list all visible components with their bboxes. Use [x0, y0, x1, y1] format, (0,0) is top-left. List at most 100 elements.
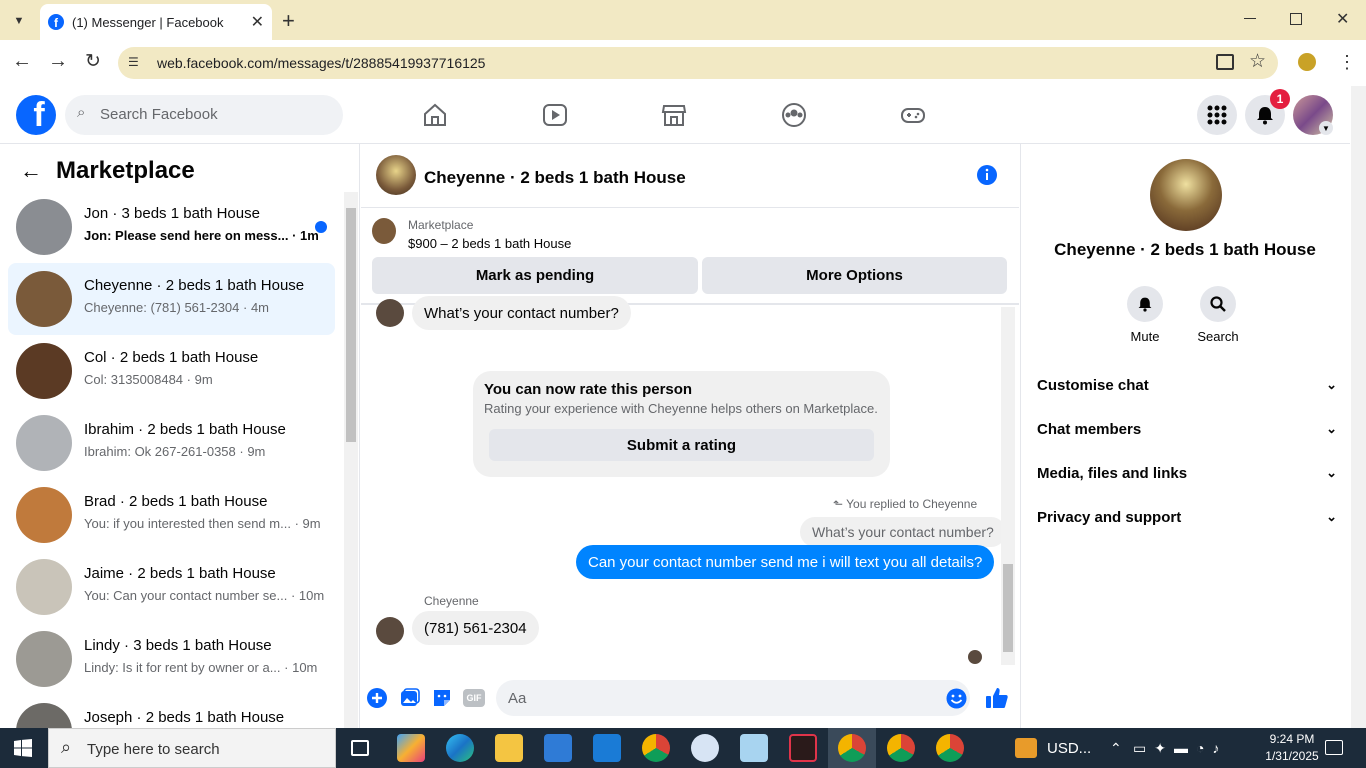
conversation-item[interactable]: Jaime · 2 beds 1 bath House You: Can your…: [8, 551, 335, 623]
mute-button[interactable]: [1127, 286, 1163, 322]
bell-icon: [1257, 107, 1273, 125]
more-options-button[interactable]: More Options: [702, 257, 1007, 294]
restore-icon[interactable]: [1290, 13, 1302, 25]
task-view-icon[interactable]: [351, 740, 369, 756]
chrome-icon-2[interactable]: [838, 734, 866, 762]
incoming-message[interactable]: What’s your contact number?: [412, 296, 631, 330]
message-input[interactable]: Aa: [496, 680, 970, 716]
browser-tab[interactable]: f (1) Messenger | Facebook ✕: [40, 4, 272, 40]
search-icon: ⌕: [61, 737, 72, 757]
paint-icon[interactable]: [691, 734, 719, 762]
sticker-icon[interactable]: [432, 688, 452, 708]
video-icon[interactable]: [542, 102, 568, 128]
windows-start-icon[interactable]: [14, 739, 32, 757]
chat-avatar[interactable]: [376, 155, 416, 195]
install-app-icon[interactable]: [1216, 54, 1234, 70]
outgoing-message[interactable]: Can your contact number send me i will t…: [576, 545, 995, 579]
chat-list-scroll-thumb[interactable]: [346, 208, 356, 442]
clock-date[interactable]: 1/31/2025: [1257, 749, 1327, 763]
emoji-icon[interactable]: [946, 688, 967, 709]
tray-chevron-icon[interactable]: ⌃: [1110, 740, 1122, 757]
conversation-name: Jon · 3 beds 1 bath House: [84, 205, 260, 222]
conversation-item[interactable]: Joseph · 2 beds 1 bath House: [8, 695, 335, 728]
url-text[interactable]: web.facebook.com/messages/t/288854199377…: [157, 55, 485, 71]
close-window-icon[interactable]: ✕: [1336, 9, 1349, 29]
forward-icon[interactable]: →: [48, 50, 68, 73]
chat-title[interactable]: Cheyenne · 2 beds 1 bath House: [424, 168, 686, 188]
conversation-item[interactable]: Cheyenne · 2 beds 1 bath House Cheyenne: …: [8, 263, 335, 335]
conversation-name: Lindy · 3 beds 1 bath House: [84, 637, 272, 654]
chat-scroll-thumb[interactable]: [1003, 564, 1013, 652]
marketplace-icon[interactable]: [661, 102, 687, 128]
tray-icons[interactable]: ▭✦▬◔♪: [1133, 740, 1227, 757]
details-section-item[interactable]: Chat members ⌄: [1037, 407, 1337, 451]
facebook-logo-icon[interactable]: f: [16, 95, 56, 135]
incoming-phone-message[interactable]: (781) 561-2304: [412, 611, 539, 645]
seen-avatar: [968, 650, 982, 664]
conversation-preview: You: if you interested then send m... · …: [84, 516, 321, 531]
facebook-search-input[interactable]: ⌕ Search Facebook: [65, 95, 343, 135]
details-section-item[interactable]: Privacy and support ⌄: [1037, 495, 1337, 539]
copilot-icon[interactable]: [397, 734, 425, 762]
chevron-down-icon: ⌄: [1326, 509, 1337, 524]
listing-price[interactable]: $900 – 2 beds 1 bath House: [408, 236, 571, 251]
submit-rating-button[interactable]: Submit a rating: [489, 429, 874, 461]
edge-icon[interactable]: [446, 734, 474, 762]
notepad-icon[interactable]: [740, 734, 768, 762]
chrome-icon-1[interactable]: [642, 734, 670, 762]
plus-icon[interactable]: [367, 688, 387, 708]
quoted-message[interactable]: What’s your contact number?: [800, 517, 1006, 547]
conversation-name: Ibrahim · 2 beds 1 bath House: [84, 421, 286, 438]
chevron-down-icon: ⌄: [1326, 421, 1337, 436]
details-section-item[interactable]: Media, files and links ⌄: [1037, 451, 1337, 495]
gaming-icon[interactable]: [900, 102, 926, 128]
search-label: Search: [1197, 329, 1239, 344]
home-icon[interactable]: [422, 102, 448, 128]
account-chevron-icon[interactable]: ▼: [1319, 121, 1333, 135]
conversation-item[interactable]: Ibrahim · 2 beds 1 bath House Ibrahim: Ok…: [8, 407, 335, 479]
chrome-icon-3[interactable]: [887, 734, 915, 762]
notification-center-icon[interactable]: [1325, 740, 1343, 755]
back-arrow-icon[interactable]: ←: [20, 158, 42, 184]
site-info-icon[interactable]: ☰: [128, 55, 144, 71]
conversation-item[interactable]: Lindy · 3 beds 1 bath House Lindy: Is it …: [8, 623, 335, 695]
conversation-item[interactable]: Col · 2 beds 1 bath House Col: 3135008484…: [8, 335, 335, 407]
conversation-item[interactable]: Brad · 2 beds 1 bath House You: if you in…: [8, 479, 335, 551]
minimize-icon[interactable]: [1244, 18, 1256, 19]
browser-menu-icon[interactable]: ⋮: [1338, 52, 1356, 73]
currency-widget-text[interactable]: USD...: [1047, 740, 1091, 757]
menu-grid-button[interactable]: [1197, 95, 1237, 135]
new-tab-icon[interactable]: +: [282, 8, 295, 34]
tab-list-dropdown-icon[interactable]: ▼: [8, 10, 30, 32]
file-explorer-icon[interactable]: [495, 734, 523, 762]
photo-icon[interactable]: [400, 688, 420, 708]
reply-arrow-icon: ⬑: [833, 497, 847, 511]
listing-thumbnail[interactable]: [372, 218, 396, 244]
clock-time[interactable]: 9:24 PM: [1257, 732, 1327, 746]
store-icon[interactable]: [544, 734, 572, 762]
profile-icon[interactable]: [1298, 53, 1316, 71]
profile-name: Cheyenne · 2 beds 1 bath House: [1054, 240, 1316, 259]
page-scrollbar[interactable]: [1351, 86, 1366, 728]
search-in-chat-button[interactable]: [1200, 286, 1236, 322]
conversation-name: Cheyenne · 2 beds 1 bath House: [84, 277, 305, 294]
details-section-item[interactable]: Customise chat ⌄: [1037, 363, 1337, 407]
gif-icon[interactable]: GIF: [463, 689, 485, 707]
groups-icon[interactable]: [781, 102, 807, 128]
listing-thumbnail: [16, 703, 72, 728]
like-icon[interactable]: [985, 686, 1009, 710]
recorder-icon[interactable]: [789, 734, 817, 762]
info-icon[interactable]: [976, 164, 998, 186]
currency-widget-icon[interactable]: [1015, 738, 1037, 758]
bookmark-star-icon[interactable]: ☆: [1249, 50, 1266, 73]
taskbar-search-input[interactable]: ⌕ Type here to search: [48, 728, 336, 768]
conversation-item[interactable]: Jon · 3 beds 1 bath House Jon: Please sen…: [8, 191, 335, 263]
reload-icon[interactable]: ↻: [85, 50, 101, 73]
chrome-icon-4[interactable]: [936, 734, 964, 762]
close-tab-icon[interactable]: ✕: [251, 12, 264, 32]
mark-as-pending-button[interactable]: Mark as pending: [372, 257, 698, 294]
back-icon[interactable]: ←: [12, 50, 32, 73]
sender-avatar-2: [376, 617, 404, 645]
mail-icon[interactable]: [593, 734, 621, 762]
profile-photo[interactable]: [1150, 159, 1222, 231]
